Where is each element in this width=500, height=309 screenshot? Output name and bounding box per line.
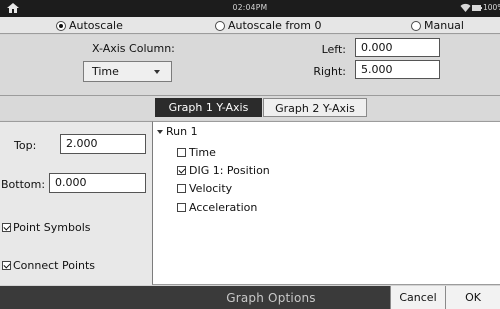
tree-item-velocity-label: Velocity [189, 182, 233, 195]
bottom-input-value: 0.000 [55, 176, 87, 189]
right-input[interactable]: 5.000 [355, 60, 440, 79]
y-axis-tab-strip: Graph 1 Y-Axis Graph 2 Y-Axis [0, 96, 500, 120]
tree-item-dig1-position[interactable]: DIG 1: Position [177, 164, 270, 177]
tab-graph-2-y-axis[interactable]: Graph 2 Y-Axis [263, 98, 367, 117]
scale-mode-row: Autoscale Autoscale from 0 Manual [0, 17, 500, 34]
y-axis-range-panel: Top: 2.000 Bottom: 0.000 Point Symbols C… [0, 121, 152, 285]
left-input[interactable]: 0.000 [355, 38, 440, 57]
top-label: Top: [14, 139, 37, 152]
radio-manual-indicator[interactable] [411, 20, 421, 31]
tree-item-velocity-checkbox[interactable] [177, 184, 186, 193]
status-time: 02:04PM [232, 3, 268, 12]
tree-item-time-checkbox[interactable] [177, 148, 186, 157]
point-symbols-label: Point Symbols [13, 221, 91, 234]
radio-autoscale-from-0-label: Autoscale from 0 [228, 19, 322, 32]
x-axis-section: X-Axis Column: Time Left: 0.000 Right: 5… [0, 35, 500, 96]
cancel-button[interactable]: Cancel [390, 286, 445, 309]
connect-points-check-indicator[interactable] [2, 261, 11, 270]
tree-item-acceleration-checkbox[interactable] [177, 203, 186, 212]
tree-item-dig1-position-label: DIG 1: Position [189, 164, 270, 177]
point-symbols-checkbox[interactable]: Point Symbols [2, 221, 91, 234]
status-bar: 02:04PM 100% [0, 0, 500, 17]
right-input-value: 5.000 [361, 63, 393, 76]
left-input-value: 0.000 [361, 41, 393, 54]
connect-points-label: Connect Points [13, 259, 96, 272]
tree-item-dig1-position-checkbox[interactable] [177, 166, 186, 175]
dialog-title: Graph Options [226, 291, 316, 305]
left-label: Left: [321, 43, 346, 56]
radio-manual[interactable]: Manual [411, 18, 464, 33]
radio-autoscale[interactable]: Autoscale [56, 18, 123, 33]
tree-item-velocity[interactable]: Velocity [177, 182, 232, 195]
right-label: Right: [313, 65, 346, 78]
radio-manual-label: Manual [424, 19, 464, 32]
dialog-footer: Graph Options Cancel OK [0, 286, 500, 309]
top-input-value: 2.000 [66, 137, 98, 150]
chevron-down-icon [154, 70, 160, 74]
radio-autoscale-from-0-indicator[interactable] [215, 20, 225, 31]
battery-percent: 100% [483, 3, 500, 12]
tab-graph-1-y-axis[interactable]: Graph 1 Y-Axis [155, 98, 262, 117]
wifi-icon [460, 3, 471, 12]
x-axis-column-value: Time [92, 65, 119, 78]
tree-item-time[interactable]: Time [177, 146, 216, 159]
tree-item-time-label: Time [189, 146, 216, 159]
x-axis-column-label: X-Axis Column: [92, 42, 175, 55]
battery-icon [472, 5, 482, 11]
x-axis-column-dropdown[interactable]: Time [83, 61, 172, 82]
data-column-tree: Run 1 Time DIG 1: Position Velocity Acce… [152, 121, 500, 285]
tree-item-acceleration-label: Acceleration [189, 201, 258, 214]
point-symbols-check-indicator[interactable] [2, 223, 11, 232]
ok-button[interactable]: OK [445, 286, 500, 309]
connect-points-checkbox[interactable]: Connect Points [2, 259, 95, 272]
tree-run-1[interactable]: Run 1 [157, 125, 198, 138]
tree-run-label: Run 1 [166, 125, 198, 138]
bottom-label: Bottom: [1, 178, 46, 191]
top-input[interactable]: 2.000 [60, 134, 146, 154]
radio-autoscale-label: Autoscale [69, 19, 123, 32]
radio-autoscale-indicator[interactable] [56, 20, 66, 31]
tree-item-acceleration[interactable]: Acceleration [177, 201, 257, 214]
radio-autoscale-from-0[interactable]: Autoscale from 0 [215, 18, 321, 33]
bottom-input[interactable]: 0.000 [49, 173, 146, 193]
chevron-down-icon[interactable] [157, 129, 163, 134]
